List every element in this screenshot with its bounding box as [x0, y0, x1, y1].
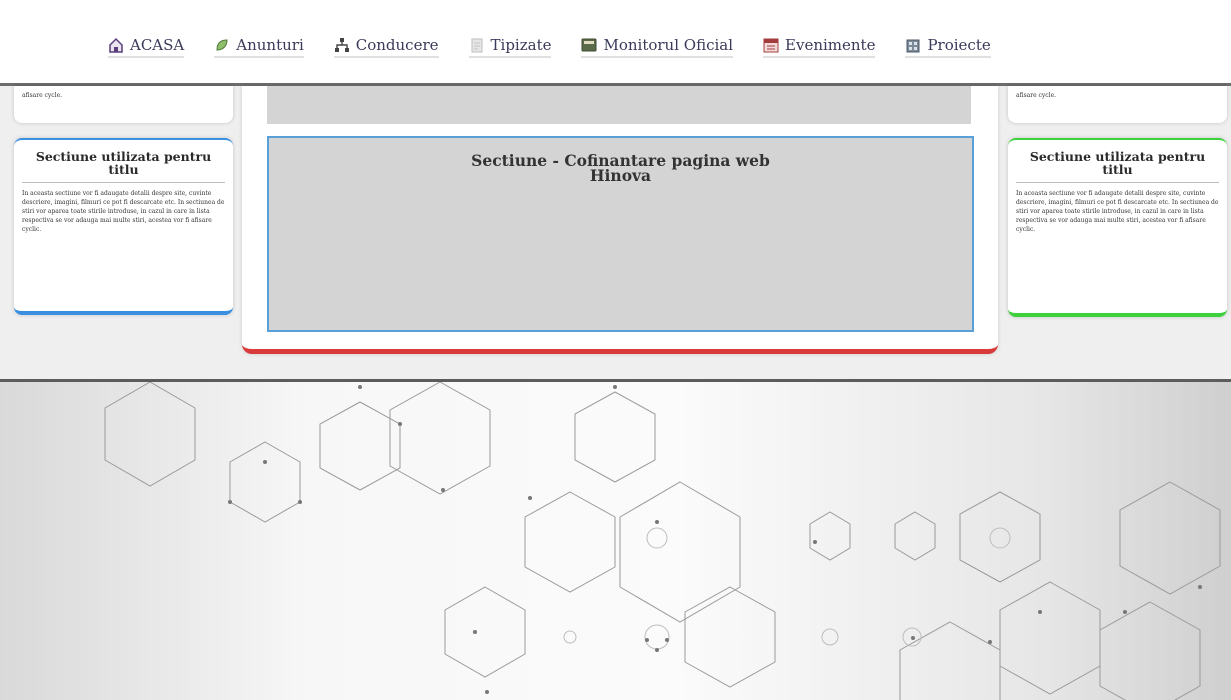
cofinantare-title: Sectiune - Cofinantare pagina web Hinova	[269, 153, 972, 185]
left-news-box-top: afisare cycle.	[14, 86, 233, 123]
nav-item-label: Tipizate	[490, 36, 552, 54]
leaf-icon	[216, 39, 228, 51]
home-icon	[109, 37, 123, 53]
top-navigation-bar: ACASA Anunturi Conducere Tipizate Monito…	[0, 0, 1231, 86]
nav-item-monitorul-oficial[interactable]: Monitorul Oficial	[581, 36, 734, 58]
building-icon	[906, 39, 920, 53]
nav-item-evenimente[interactable]: Evenimente	[763, 36, 876, 58]
nav-item-label: Monitorul Oficial	[603, 36, 734, 54]
nav-item-label: Proiecte	[927, 36, 991, 54]
left-box-title: Sectiune utilizata pentru titlu	[22, 150, 225, 183]
nav-item-tipizate[interactable]: Tipizate	[468, 36, 552, 58]
center-placeholder-top	[267, 86, 971, 124]
cofinantare-section: Sectiune - Cofinantare pagina web Hinova	[267, 136, 974, 332]
monitor-icon	[581, 38, 597, 52]
nav-item-label: ACASA	[130, 36, 185, 54]
left-title-box: Sectiune utilizata pentru titlu In aceas…	[14, 138, 233, 315]
right-box-body: In aceasta sectiune vor fi adaugate deta…	[1016, 190, 1219, 233]
document-icon	[471, 38, 483, 53]
right-news-text: afisare cycle.	[1016, 92, 1057, 99]
nav-item-conducere[interactable]: Conducere	[333, 36, 439, 58]
nav-item-acasa[interactable]: ACASA	[108, 36, 185, 58]
nav-item-label: Anunturi	[236, 36, 304, 54]
left-box-body: In aceasta sectiune vor fi adaugate deta…	[22, 190, 225, 233]
hexagon-pattern	[104, 382, 1221, 700]
calendar-icon	[763, 38, 779, 53]
nav-menu: ACASA Anunturi Conducere Tipizate Monito…	[108, 36, 1021, 58]
nav-item-label: Conducere	[355, 36, 439, 54]
nav-item-label: Evenimente	[785, 36, 876, 54]
cofinantare-title-line2: Hinova	[589, 166, 652, 185]
hexagon-background	[0, 379, 1231, 700]
nav-item-proiecte[interactable]: Proiecte	[905, 36, 991, 58]
left-news-text: afisare cycle.	[22, 92, 63, 99]
right-title-box: Sectiune utilizata pentru titlu In aceas…	[1008, 138, 1227, 317]
right-news-box-top: afisare cycle.	[1008, 86, 1227, 123]
right-box-title: Sectiune utilizata pentru titlu	[1016, 150, 1219, 183]
nav-item-anunturi[interactable]: Anunturi	[214, 36, 304, 58]
network-icon	[334, 38, 349, 52]
